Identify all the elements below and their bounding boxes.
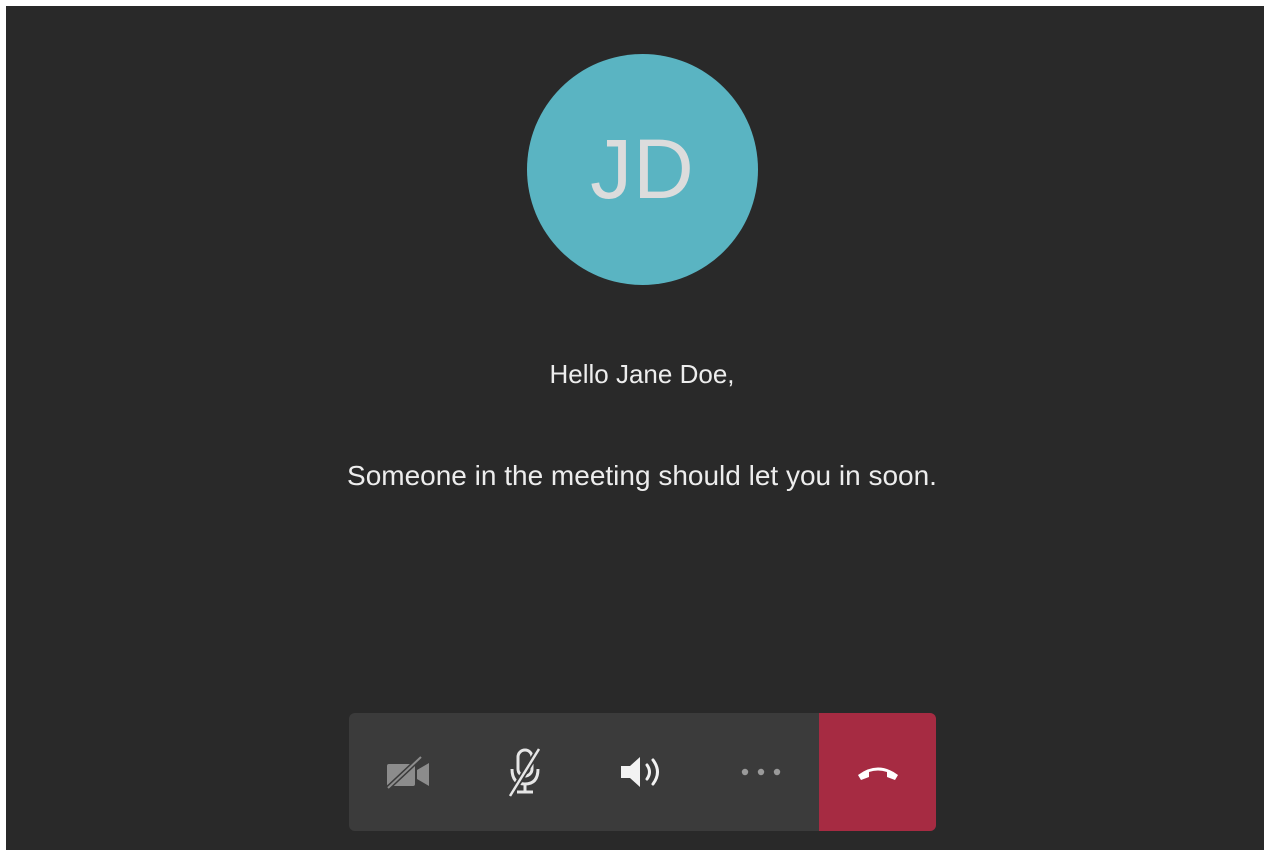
more-options-button[interactable] xyxy=(702,713,820,831)
more-options-icon xyxy=(741,768,780,776)
speaker-button[interactable] xyxy=(584,713,702,831)
camera-off-icon xyxy=(386,755,429,789)
call-controls-toolbar xyxy=(349,713,936,831)
greeting-text: Hello Jane Doe, xyxy=(549,359,735,389)
camera-toggle-button[interactable] xyxy=(349,713,467,831)
microphone-muted-icon xyxy=(507,747,542,798)
speaker-icon xyxy=(620,757,659,787)
microphone-toggle-button[interactable] xyxy=(467,713,585,831)
hang-up-icon xyxy=(857,767,898,780)
hang-up-button[interactable] xyxy=(819,713,936,831)
meeting-lobby-screen: JD Hello Jane Doe, Someone in the meetin… xyxy=(6,6,1264,850)
avatar-initials: JD xyxy=(590,122,695,216)
avatar: JD xyxy=(527,54,758,285)
waiting-message: Someone in the meeting should let you in… xyxy=(347,460,937,491)
